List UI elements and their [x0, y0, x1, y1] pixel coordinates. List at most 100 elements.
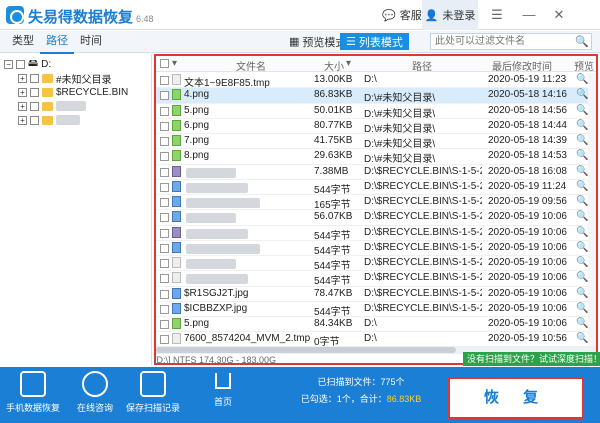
- tab-time[interactable]: 时间: [74, 31, 108, 54]
- tree-node-recycle-bin[interactable]: + $RECYCLE.BIN: [18, 85, 128, 99]
- tab-path[interactable]: 路径: [40, 31, 74, 54]
- table-row[interactable]: 544字节 D:\$RECYCLE.BIN\S-1-5-21-17... 2020-…: [156, 241, 596, 257]
- row-checkbox[interactable]: [160, 167, 169, 177]
- row-checkbox[interactable]: [160, 213, 169, 223]
- preview-icon[interactable]: 🔍: [576, 166, 588, 177]
- sort-dropdown-icon[interactable]: ▾: [172, 58, 177, 69]
- preview-icon[interactable]: 🔍: [576, 318, 588, 329]
- row-checkbox[interactable]: [160, 289, 169, 299]
- row-checkbox[interactable]: [160, 335, 169, 345]
- recover-button[interactable]: 恢 复: [448, 377, 584, 419]
- preview-icon[interactable]: 🔍: [576, 135, 588, 146]
- phone-recover-button[interactable]: 手机数据恢复: [4, 371, 62, 414]
- login-button[interactable]: 👤 未登录: [422, 0, 478, 30]
- table-row[interactable]: 8.png 29.63KB D:\#未知父目录\ 2020-05-18 14:53 🔍: [156, 149, 596, 165]
- preview-icon[interactable]: 🔍: [576, 333, 588, 344]
- table-row[interactable]: 56.07KB D:\$RECYCLE.BIN\S-1-5-21-17... 202…: [156, 210, 596, 226]
- table-row[interactable]: 544字节 D:\$RECYCLE.BIN\S-1-5-21-17... 2020-…: [156, 256, 596, 272]
- table-row[interactable]: 7.png 41.75KB D:\#未知父目录\ 2020-05-18 14:39 🔍: [156, 134, 596, 150]
- row-checkbox[interactable]: [160, 91, 169, 101]
- table-row[interactable]: 544字节 D:\$RECYCLE.BIN\S-1-5-21-17... 2020-…: [156, 271, 596, 287]
- cell-name: 6.png: [184, 119, 210, 131]
- row-checkbox[interactable]: [160, 152, 169, 162]
- menu-button[interactable]: ☰: [484, 0, 510, 30]
- row-checkbox[interactable]: [160, 274, 169, 284]
- cell-path: D:\$RECYCLE.BIN\S-1-5-21-17...: [364, 287, 482, 299]
- row-checkbox[interactable]: [160, 259, 169, 268]
- table-row[interactable]: 544字节 D:\$RECYCLE.BIN\S-1-5-21-17... 2020-…: [156, 226, 596, 242]
- file-icon: [172, 241, 181, 253]
- preview-icon[interactable]: 🔍: [576, 303, 588, 314]
- preview-icon[interactable]: 🔍: [576, 272, 588, 283]
- close-button[interactable]: ✕: [546, 0, 572, 30]
- save-scan-button[interactable]: 保存扫描记录: [124, 371, 182, 414]
- preview-icon[interactable]: 🔍: [576, 150, 588, 161]
- table-row[interactable]: $R1SGJ2T.jpg 78.47KB D:\$RECYCLE.BIN\S-1-5…: [156, 287, 596, 302]
- preview-icon[interactable]: 🔍: [576, 288, 588, 299]
- tree-checkbox[interactable]: [30, 115, 39, 125]
- search-icon[interactable]: 🔍: [575, 35, 589, 49]
- table-row[interactable]: 4.png 86.83KB D:\#未知父目录\ 2020-05-18 14:16 🔍: [156, 88, 596, 104]
- filter-input[interactable]: [430, 33, 592, 50]
- col-header-size[interactable]: 大小: [324, 58, 344, 73]
- tree-checkbox[interactable]: [30, 73, 39, 83]
- preview-icon[interactable]: 🔍: [576, 120, 588, 131]
- tree-checkbox[interactable]: [30, 101, 39, 111]
- select-all-checkbox[interactable]: [160, 59, 169, 68]
- row-checkbox[interactable]: [160, 304, 169, 314]
- col-header-preview[interactable]: 预览: [574, 58, 594, 73]
- list-mode-button[interactable]: ☰ 列表模式: [340, 33, 409, 50]
- tree-node-blurred[interactable]: +: [18, 113, 80, 127]
- tab-type[interactable]: 类型: [6, 31, 40, 54]
- minimize-button[interactable]: —: [516, 0, 542, 30]
- row-checkbox[interactable]: [160, 106, 169, 116]
- deep-scan-link[interactable]: 没有扫描到文件？试试深度扫描！: [463, 352, 600, 366]
- row-checkbox[interactable]: [160, 228, 169, 238]
- home-button[interactable]: 首页: [206, 373, 240, 408]
- preview-icon[interactable]: 🔍: [576, 105, 588, 116]
- row-checkbox[interactable]: [160, 320, 169, 329]
- online-consult-button[interactable]: 在线咨询: [66, 371, 124, 414]
- preview-icon[interactable]: 🔍: [576, 196, 588, 207]
- table-row[interactable]: 5.png 84.34KB D:\ 2020-05-19 10:06 🔍: [156, 317, 596, 333]
- expand-icon[interactable]: +: [18, 73, 27, 83]
- table-row[interactable]: 7600_8574204_MVM_2.tmp 0字节 D:\ 2020-05-19 1…: [156, 332, 596, 346]
- row-checkbox[interactable]: [160, 137, 169, 146]
- expand-icon[interactable]: +: [18, 87, 27, 97]
- customer-service-button[interactable]: 💬 客服: [382, 0, 422, 30]
- scroll-thumb[interactable]: [156, 347, 456, 353]
- expand-icon[interactable]: +: [18, 115, 27, 125]
- tree-node-unknown-parent[interactable]: + #未知父目录: [18, 71, 112, 86]
- preview-icon[interactable]: 🔍: [576, 74, 588, 85]
- col-header-name[interactable]: 文件名: [236, 58, 266, 73]
- row-checkbox[interactable]: [160, 198, 169, 207]
- col-header-path[interactable]: 路径: [412, 58, 432, 73]
- row-checkbox[interactable]: [160, 182, 169, 192]
- preview-icon[interactable]: 🔍: [576, 181, 588, 192]
- tree-checkbox[interactable]: [30, 87, 39, 97]
- table-row[interactable]: 文本1~9E8F85.tmp 13.00KB D:\ 2020-05-19 11:23…: [156, 73, 596, 89]
- col-header-date[interactable]: 最后修改时间: [492, 58, 552, 73]
- table-row[interactable]: 6.png 80.77KB D:\#未知父目录\ 2020-05-18 14:44 🔍: [156, 119, 596, 135]
- table-row[interactable]: 165字节 D:\$RECYCLE.BIN\S-1-5-21-17... 2020-…: [156, 195, 596, 211]
- table-row[interactable]: 7.38MB D:\$RECYCLE.BIN\S-1-5-21-17... 2020…: [156, 165, 596, 180]
- expand-icon[interactable]: +: [18, 101, 27, 111]
- tree-node-drive[interactable]: − 🖴 D:: [4, 57, 51, 71]
- preview-icon[interactable]: 🔍: [576, 211, 588, 222]
- vertical-scrollbar[interactable]: [588, 73, 596, 346]
- row-checkbox[interactable]: [160, 76, 169, 85]
- tree-checkbox[interactable]: [16, 59, 25, 69]
- preview-icon[interactable]: 🔍: [576, 242, 588, 253]
- table-row[interactable]: $ICBBZXP.jpg 544字节 D:\$RECYCLE.BIN\S-1-5- 2…: [156, 302, 596, 318]
- table-row[interactable]: 5.png 50.01KB D:\#未知父目录\ 2020-05-18 14:56 🔍: [156, 104, 596, 120]
- table-row[interactable]: 544字节 D:\$RECYCLE.BIN\S-1-5-21-17... 2020-…: [156, 180, 596, 196]
- preview-icon[interactable]: 🔍: [576, 89, 588, 100]
- preview-icon[interactable]: 🔍: [576, 257, 588, 268]
- redacted-filename: [186, 259, 236, 269]
- collapse-icon[interactable]: −: [4, 59, 13, 69]
- row-checkbox[interactable]: [160, 243, 169, 253]
- row-checkbox[interactable]: [160, 121, 169, 131]
- file-icon: [172, 135, 181, 146]
- preview-icon[interactable]: 🔍: [576, 227, 588, 238]
- tree-node-blurred[interactable]: +: [18, 99, 86, 113]
